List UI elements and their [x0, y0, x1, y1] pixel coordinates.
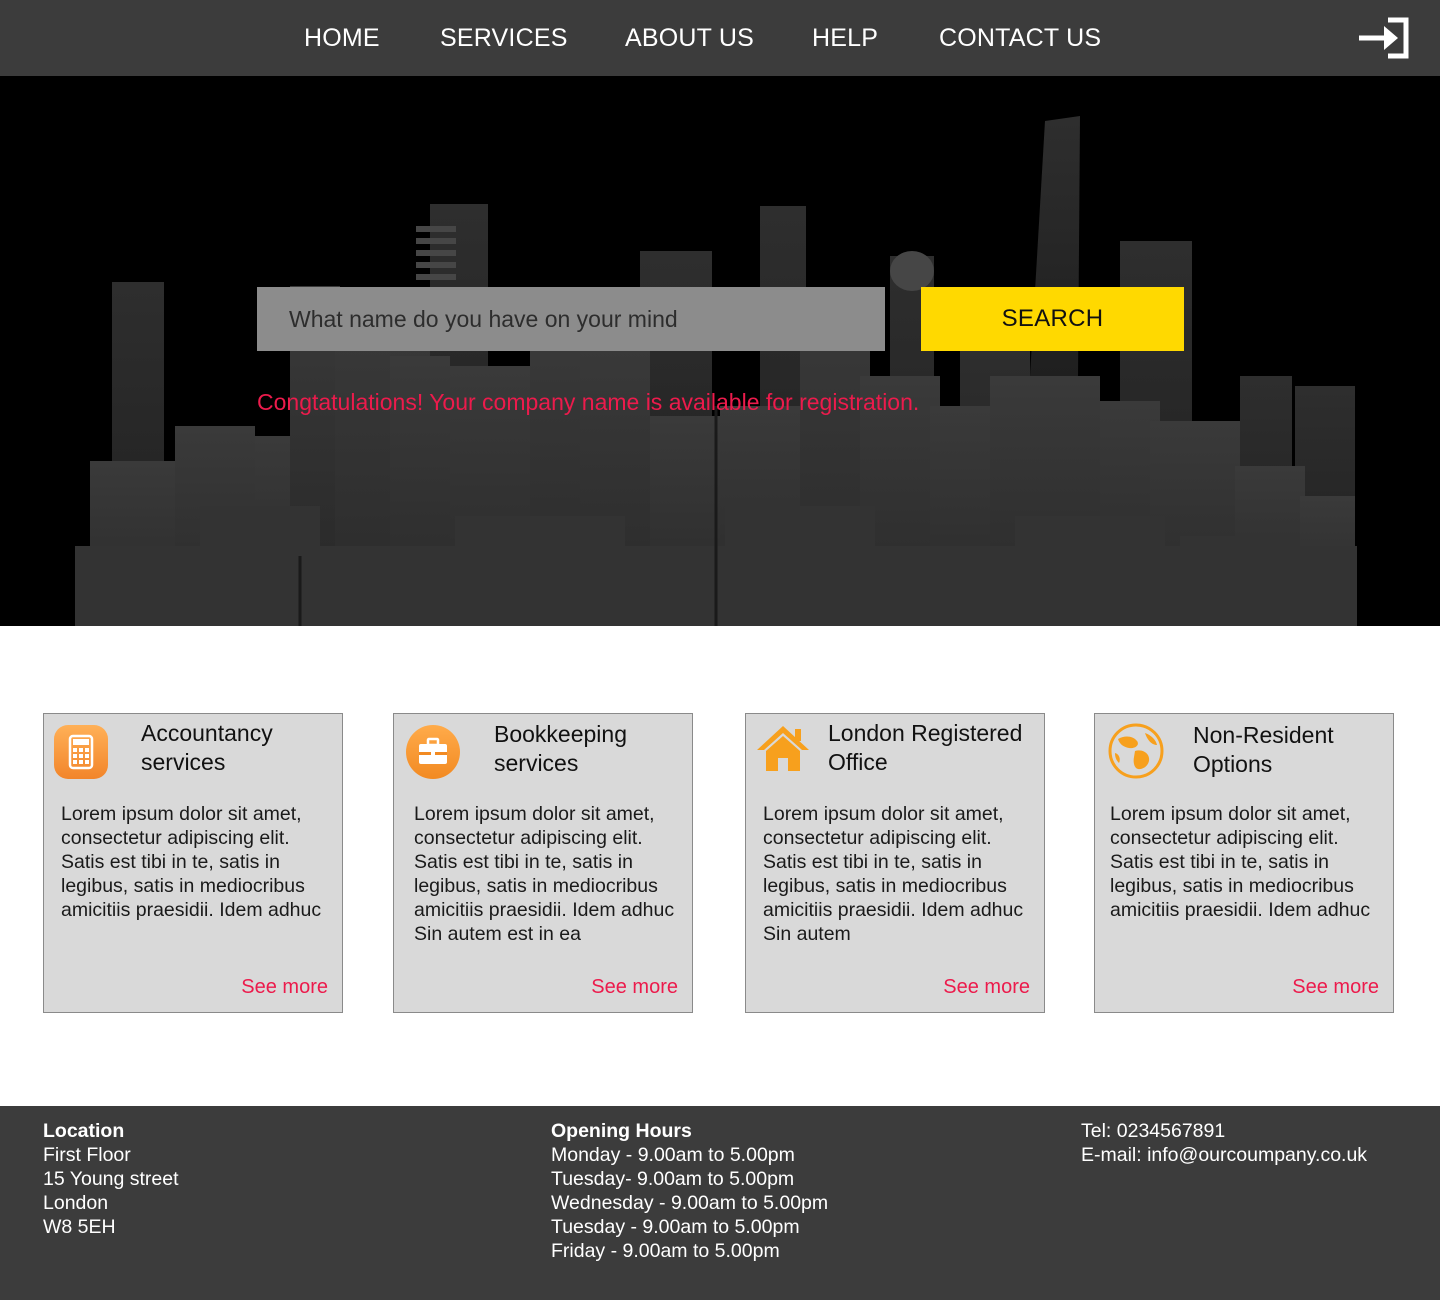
login-button[interactable]	[1354, 14, 1410, 62]
card-title: Accountancy services	[141, 720, 273, 775]
globe-icon	[1108, 723, 1164, 779]
nav-services[interactable]: SERVICES	[440, 22, 568, 54]
address-line: London	[43, 1192, 109, 1214]
service-card-accountancy: Accountancy services Lorem ipsum dolor s…	[43, 713, 343, 1013]
footer-contact: Tel: 0234567891 E-mail: info@ourcoumpany…	[1081, 1119, 1367, 1167]
service-card-london-registered-office: London Registered Office Lorem ipsum dol…	[745, 713, 1045, 1013]
service-card-bookkeeping: Bookkeeping services Lorem ipsum dolor s…	[393, 713, 693, 1013]
see-more-link[interactable]: See more	[1292, 976, 1379, 999]
location-heading: Location	[43, 1120, 125, 1142]
house-icon	[757, 726, 809, 771]
search-button[interactable]: SEARCH	[921, 287, 1184, 351]
address-line: W8 5EH	[43, 1216, 116, 1238]
see-more-link[interactable]: See more	[943, 976, 1030, 999]
address-line: First Floor	[43, 1144, 131, 1166]
card-description: Lorem ipsum dolor sit amet, consectetur …	[763, 803, 1024, 945]
hours-line: Tuesday- 9.00am to 5.00pm	[551, 1168, 795, 1190]
card-description: Lorem ipsum dolor sit amet, consectetur …	[1110, 803, 1371, 921]
city-skyline-illustration	[75, 116, 1357, 626]
address-line: 15 Young street	[43, 1168, 179, 1190]
card-title: Bookkeeping services	[494, 721, 627, 776]
telephone: Tel: 0234567891	[1081, 1120, 1226, 1142]
hours-line: Monday - 9.00am to 5.00pm	[551, 1144, 795, 1166]
card-description: Lorem ipsum dolor sit amet, consectetur …	[414, 803, 675, 945]
calculator-icon	[54, 725, 108, 779]
company-name-search-input[interactable]	[257, 287, 885, 351]
service-card-non-resident-options: Non-Resident Options Lorem ipsum dolor s…	[1094, 713, 1394, 1013]
footer-opening-hours: Opening Hours Monday - 9.00am to 5.00pm …	[551, 1119, 828, 1263]
card-title: London Registered Office	[828, 720, 1023, 775]
top-navigation: HOME SERVICES ABOUT US HELP CONTACT US	[0, 0, 1440, 76]
footer: Location First Floor 15 Young street Lon…	[0, 1106, 1440, 1300]
see-more-link[interactable]: See more	[241, 976, 328, 999]
email: E-mail: info@ourcoumpany.co.uk	[1081, 1144, 1368, 1166]
sign-in-arrow-icon	[1359, 17, 1409, 59]
nav-about-us[interactable]: ABOUT US	[625, 22, 754, 54]
hours-line: Wednesday - 9.00am to 5.00pm	[551, 1192, 829, 1214]
see-more-link[interactable]: See more	[591, 976, 678, 999]
availability-message: Congtatulations! Your company name is av…	[257, 389, 920, 415]
hours-line: Friday - 9.00am to 5.00pm	[551, 1240, 780, 1262]
opening-hours-heading: Opening Hours	[551, 1120, 692, 1142]
card-title: Non-Resident Options	[1193, 722, 1334, 777]
nav-home[interactable]: HOME	[304, 22, 380, 54]
hours-line: Tuesday - 9.00am to 5.00pm	[551, 1216, 800, 1238]
briefcase-icon	[406, 725, 460, 779]
footer-location: Location First Floor 15 Young street Lon…	[43, 1119, 179, 1239]
hero-section: SEARCH Congtatulations! Your company nam…	[0, 76, 1440, 626]
nav-contact-us[interactable]: CONTACT US	[939, 22, 1101, 54]
card-description: Lorem ipsum dolor sit amet, consectetur …	[61, 803, 322, 921]
nav-help[interactable]: HELP	[812, 22, 878, 54]
